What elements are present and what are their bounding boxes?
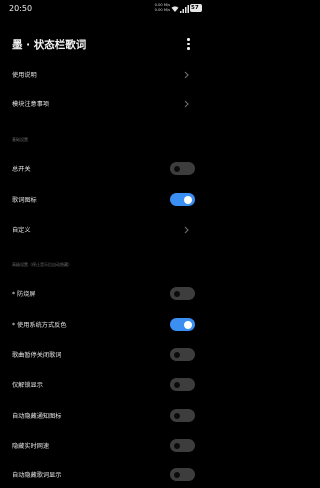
- row-label: 总开关: [12, 166, 31, 173]
- row-label: 歌曲暂停关闭歌词: [12, 352, 62, 359]
- row-label: 歌词图标: [12, 197, 37, 204]
- toggle-knob: [174, 471, 180, 478]
- toggle-knob: [184, 320, 192, 329]
- row-master-switch: 总开关: [0, 156, 209, 182]
- row-label: 模块注意事项: [12, 101, 50, 108]
- row-partial: 自动隐藏歌词显示: [0, 462, 209, 488]
- toggle-knob: [174, 412, 180, 419]
- row-system-inverse: * 使用系统方式反色: [0, 312, 209, 338]
- chevron-right-icon: [184, 71, 189, 79]
- row-pause-close: 歌曲暂停关闭歌词: [0, 342, 209, 368]
- row-auto-hide-notification: 自动隐藏通知图标: [0, 403, 209, 429]
- row-anti-burnin: * 防烧屏: [0, 281, 209, 307]
- row-label: * 使用系统方式反色: [12, 322, 67, 329]
- battery-icon: 57: [190, 4, 202, 12]
- row-unlock-only: 仅解锁显示: [0, 372, 209, 398]
- master-switch-toggle[interactable]: [170, 162, 195, 175]
- row-label: 隐藏实时网速: [12, 443, 50, 450]
- row-label: 自动隐藏歌词显示: [12, 472, 62, 479]
- section-header-basic: 基础设置: [12, 137, 28, 142]
- status-bar: 20:50 0.00 M/s 0.00 M/s 57: [0, 0, 209, 18]
- toggle-knob: [174, 165, 180, 172]
- wifi-icon: [171, 6, 179, 12]
- net-down: 0.00 M/s: [154, 7, 170, 12]
- toggle-knob: [174, 381, 180, 388]
- section-header-advanced: 高级设置（停止音乐后自动隐藏）: [12, 262, 72, 267]
- signal-icon: [180, 5, 189, 13]
- row-label: 自定义: [12, 227, 31, 234]
- more-dot-icon: [187, 38, 190, 41]
- more-dot-icon: [187, 47, 190, 50]
- row-label: 自动隐藏通知图标: [12, 413, 62, 420]
- system-inverse-toggle[interactable]: [170, 318, 195, 331]
- row-custom[interactable]: 自定义: [0, 217, 209, 243]
- chevron-right-icon: [184, 226, 189, 234]
- row-module-notes[interactable]: 模块注意事项: [0, 91, 209, 117]
- toggle-knob: [174, 442, 180, 449]
- toggle-knob: [184, 195, 192, 204]
- partial-toggle[interactable]: [170, 468, 195, 481]
- pause-close-toggle[interactable]: [170, 348, 195, 361]
- more-options-button[interactable]: [183, 37, 193, 51]
- auto-hide-notification-toggle[interactable]: [170, 409, 195, 422]
- row-usage[interactable]: 使用说明: [0, 62, 209, 88]
- row-label: 仅解锁显示: [12, 382, 43, 389]
- status-time: 20:50: [9, 4, 33, 13]
- toggle-knob: [174, 351, 180, 358]
- row-label: * 防烧屏: [12, 291, 36, 298]
- row-lyric-icon: 歌词图标: [0, 187, 209, 213]
- network-speed: 0.00 M/s 0.00 M/s: [148, 3, 170, 12]
- row-hide-realtime-net: 隐藏实时网速: [0, 433, 209, 459]
- unlock-only-toggle[interactable]: [170, 378, 195, 391]
- anti-burnin-toggle[interactable]: [170, 287, 195, 300]
- battery-level: 57: [191, 4, 199, 11]
- more-dot-icon: [187, 42, 190, 45]
- hide-realtime-net-toggle[interactable]: [170, 439, 195, 452]
- page-title: 墨 · 状态栏歌词: [12, 39, 87, 51]
- row-label: 使用说明: [12, 72, 37, 79]
- chevron-right-icon: [184, 100, 189, 108]
- toggle-knob: [174, 290, 180, 297]
- lyric-icon-toggle[interactable]: [170, 193, 195, 206]
